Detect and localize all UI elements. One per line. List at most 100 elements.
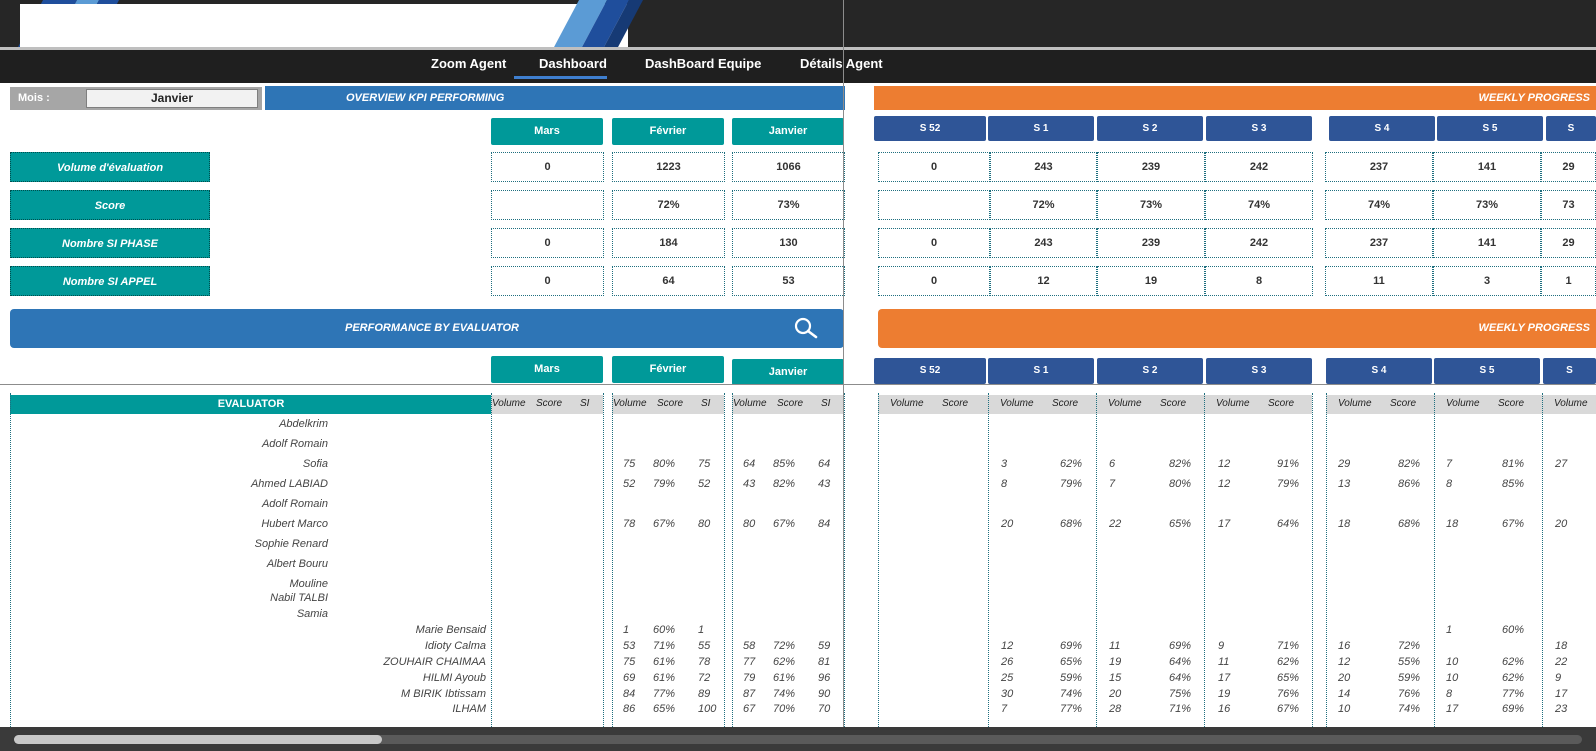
kpi-week-cell: 8 (1205, 266, 1313, 296)
week-value: 11 (1218, 656, 1230, 668)
evaluator-name: Sofia (302, 458, 328, 470)
week-value: 25 (1001, 672, 1014, 684)
evaluator-name: Marie Bensaid (415, 624, 486, 636)
kpi-week-cell: 239 (1097, 228, 1205, 258)
week-header-s5: S 5 (1437, 116, 1543, 141)
week-value: 15 (1109, 672, 1122, 684)
month-value: 43 (743, 478, 756, 490)
month-value: 85% (773, 458, 796, 470)
month-value: 90 (818, 688, 831, 700)
kpi-label-volume: Volume d'évaluation (10, 152, 210, 182)
perf-week-header-s2: S 2 (1097, 358, 1203, 384)
nav-dashboard[interactable]: Dashboard (539, 56, 607, 71)
week-header-s3: S 3 (1206, 116, 1312, 141)
week-subheader: Volume Score (1204, 395, 1312, 414)
evaluator-name: Ahmed LABIAD (250, 478, 328, 490)
table-row: Abdelkrim (0, 418, 1596, 436)
month-value: 53 (623, 640, 636, 652)
month-value: 70 (818, 703, 831, 715)
kpi-week-cell: 1 (1541, 266, 1596, 296)
month-value: 75 (698, 458, 711, 470)
week-value: 6 (1109, 458, 1116, 470)
month-value: 58 (743, 640, 756, 652)
month-value: 77% (653, 688, 676, 700)
perf-week-header-s52: S 52 (874, 358, 986, 384)
month-value: 60% (653, 624, 676, 636)
kpi-week-cell: 0 (878, 228, 990, 258)
kpi-month-cell: 0 (491, 228, 604, 258)
month-value: 80% (653, 458, 676, 470)
table-row: Adolf Romain (0, 498, 1596, 516)
subcol-label: Score (942, 398, 969, 409)
kpi-month-cell: 72% (612, 190, 725, 220)
kpi-label-si-phase: Nombre SI PHASE (10, 228, 210, 258)
month-value: 80 (698, 518, 711, 530)
week-value: 7 (1446, 458, 1453, 470)
week-value: 10 (1338, 703, 1351, 715)
evaluator-name: HILMI Ayoub (422, 672, 486, 684)
search-icon[interactable] (792, 316, 820, 340)
week-value: 9 (1218, 640, 1225, 652)
month-value: 55 (698, 640, 711, 652)
week-header-s1: S 1 (988, 116, 1094, 141)
performance-band: PERFORMANCE BY EVALUATOR (10, 309, 844, 348)
month-subheader: Volume Score SI (732, 395, 844, 414)
evaluator-name: Samia (296, 608, 328, 620)
month-value: 67% (653, 518, 676, 530)
nav-zoom-agent[interactable]: Zoom Agent (431, 56, 506, 71)
week-value: 82% (1169, 458, 1192, 470)
week-value: 8 (1001, 478, 1008, 490)
week-value: 65% (1060, 656, 1083, 668)
month-header-janvier: Janvier (732, 118, 844, 145)
week-value: 76% (1277, 688, 1300, 700)
month-value: 64 (818, 458, 831, 470)
month-value: 69 (623, 672, 636, 684)
week-value: 67% (1502, 518, 1525, 530)
week-value: 59% (1060, 672, 1083, 684)
scrollbar-thumb[interactable] (14, 735, 382, 744)
month-value: 62% (773, 656, 796, 668)
week-value: 20 (1555, 518, 1568, 530)
kpi-label-si-appel: Nombre SI APPEL (10, 266, 210, 296)
subcol-label: Volume (1216, 398, 1250, 409)
kpi-week-cell: 239 (1097, 152, 1205, 182)
kpi-week-cell: 73% (1097, 190, 1205, 220)
nav-dashboard-equipe[interactable]: DashBoard Equipe (645, 56, 761, 71)
evaluator-name: Idioty Calma (424, 640, 486, 652)
nav-active-indicator (514, 76, 607, 79)
week-value: 71% (1277, 640, 1300, 652)
month-value: 72% (773, 640, 796, 652)
week-value: 62% (1502, 656, 1525, 668)
month-value: 80 (743, 518, 756, 530)
subcol-label: Volume (890, 398, 924, 409)
month-value: 84 (818, 518, 831, 530)
subcol-label: Volume (1000, 398, 1034, 409)
table-row: Albert Bouru (0, 558, 1596, 576)
week-subheader: Volume Score (1096, 395, 1204, 414)
week-value: 9 (1555, 672, 1562, 684)
week-header-s6: S (1546, 116, 1596, 141)
week-value: 18 (1555, 640, 1568, 652)
kpi-week-cell: 141 (1433, 228, 1541, 258)
week-value: 85% (1502, 478, 1525, 490)
week-value: 79% (1060, 478, 1083, 490)
week-subheader: Volume Score (1326, 395, 1434, 414)
month-header-mars: Mars (491, 118, 603, 145)
week-value: 23 (1555, 703, 1568, 715)
month-value: 59 (818, 640, 831, 652)
nav-details-agent[interactable]: Détails Agent (800, 56, 883, 71)
week-value: 65% (1169, 518, 1192, 530)
week-header-s2: S 2 (1097, 116, 1203, 141)
banner-logo-area (20, 4, 628, 49)
month-value: 79 (743, 672, 756, 684)
week-header-s52: S 52 (874, 116, 986, 141)
week-subheader: Volume Score (1434, 395, 1542, 414)
subcol-label: Volume (492, 398, 526, 409)
week-value: 13 (1338, 478, 1351, 490)
month-header-fevrier: Février (612, 118, 724, 145)
week-value: 17 (1218, 518, 1231, 530)
month-value: 96 (818, 672, 831, 684)
week-value: 20 (1109, 688, 1122, 700)
month-value: 78 (698, 656, 711, 668)
month-select[interactable]: Janvier (86, 89, 258, 108)
